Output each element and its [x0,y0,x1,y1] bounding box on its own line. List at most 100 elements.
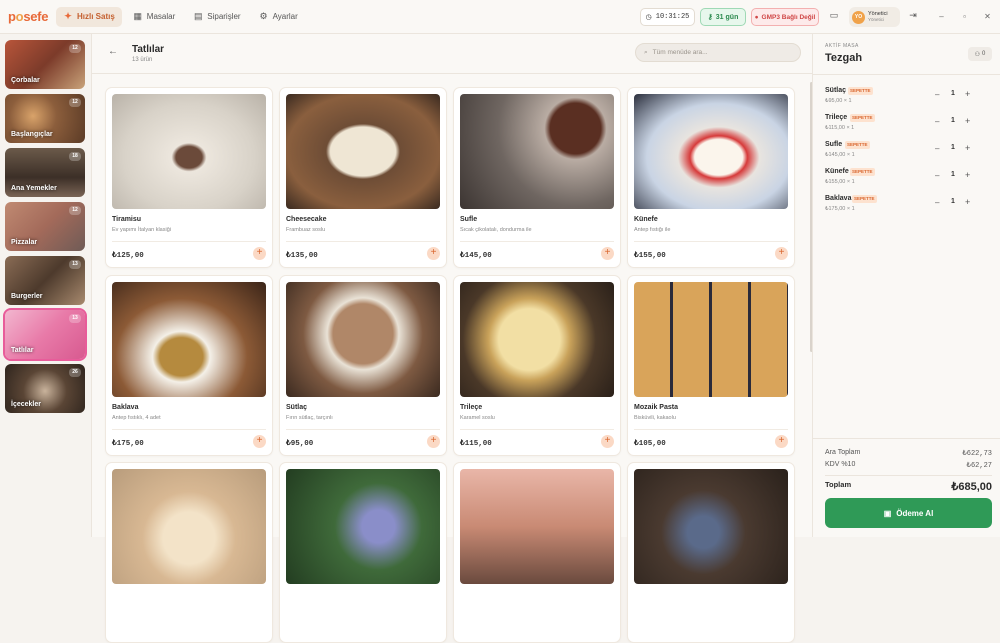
product-image [286,282,440,397]
tax-row: KDV %10 ₺62,27 [825,461,992,470]
add-to-cart-button[interactable]: + [253,435,266,448]
increase-button[interactable]: + [965,89,970,99]
nav-tables[interactable]: ▦ Masalar [126,7,182,27]
decrease-button[interactable]: – [935,117,939,126]
window-controls: – ▫ ✕ [930,8,999,26]
in-cart-badge: SEPETTE [852,195,877,203]
product-image [286,469,440,584]
add-to-cart-button[interactable]: + [775,435,788,448]
add-to-cart-button[interactable]: + [775,247,788,260]
in-cart-badge: SEPETTE [850,168,875,176]
product-image [460,469,614,584]
decrease-button[interactable]: – [935,198,939,207]
count-badge: 13 [69,260,81,269]
cart-item: Trileçe SEPETTE ₺115,00 × 1 – 1 + [825,114,971,131]
product-image [460,94,614,209]
product-card-kunefe[interactable]: Künefe Antep fıstığı ile ₺155,00 + [627,87,795,268]
product-image [634,94,788,209]
category-desserts[interactable]: 13 Tatlılar [3,308,87,361]
product-image [460,282,614,397]
count-badge: 12 [69,44,81,53]
decrease-button[interactable]: – [935,144,939,153]
search-input[interactable]: ⌕ Tüm menüde ara... [635,43,801,62]
increase-button[interactable]: + [965,116,970,126]
add-to-cart-button[interactable]: + [427,435,440,448]
clock-icon: ◷ [645,13,652,22]
cart-item: Baklava SEPETTE ₺175,00 × 1 – 1 + [825,195,971,212]
nav-settings[interactable]: ⚙ Ayarlar [252,7,305,27]
dot-icon: ● [754,13,759,21]
minimize-icon[interactable]: – [930,8,953,26]
product-card-tiramisu[interactable]: Tiramisu Ev yapımı İtalyan klasiği ₺125,… [105,87,273,268]
product-image [112,282,266,397]
cart-item: Künefe SEPETTE ₺155,00 × 1 – 1 + [825,168,971,185]
gear-icon: ⚙ [259,11,268,21]
license-days-badge[interactable]: ⚷ 31 gün [700,8,746,26]
category-main-dishes[interactable]: 18 Ana Yemekler [5,148,85,197]
top-bar: posefe ✦ Hızlı Satış ▦ Masalar ▤ Siparişler… [0,0,1000,34]
product-card[interactable] [627,462,795,643]
product-card-trilece[interactable]: Trileçe Karamel soslu ₺115,00 + [453,275,621,456]
product-card-mozaik-pasta[interactable]: Mozaik Pasta Bisküvili, kakaolu ₺105,00 … [627,275,795,456]
product-card[interactable] [105,462,273,643]
product-image [634,469,788,584]
add-to-cart-button[interactable]: + [601,247,614,260]
increase-button[interactable]: + [965,197,970,207]
decrease-button[interactable]: – [935,171,939,180]
add-to-cart-button[interactable]: + [253,247,266,260]
product-header: ← Tatlılar 13 ürün ⌕ Tüm menüde ara... [92,34,812,74]
cart-panel: AKTİF MASA Tezgah ⚇ 0 Sütlaç SEPETTE ₺95,… [812,34,1000,537]
category-drinks[interactable]: 26 İçecekler [5,364,85,413]
count-badge: 12 [69,206,81,215]
category-starters[interactable]: 12 Başlangıçlar [5,94,85,143]
lightning-icon: ✦ [64,11,72,21]
add-to-cart-button[interactable]: + [427,247,440,260]
guest-count-button[interactable]: ⚇ 0 [968,47,992,61]
active-table-label: AKTİF MASA [825,43,859,49]
user-menu[interactable]: YO Yönetici Yönetici [849,7,900,27]
wallet-icon: ▣ [883,508,892,518]
decrease-button[interactable]: – [935,90,939,99]
product-image [286,94,440,209]
avatar: YO [852,10,865,24]
category-burgers[interactable]: 13 Burgerler [5,256,85,305]
app-logo: posefe [8,9,49,24]
increase-button[interactable]: + [965,170,970,180]
page-title: Tatlılar [132,44,165,55]
count-badge: 18 [69,152,81,161]
increase-button[interactable]: + [965,143,970,153]
in-cart-badge: SEPETTE [850,114,875,122]
product-card-sutlac[interactable]: Sütlaç Fırın sütlaç, tarçınlı ₺95,00 + [279,275,447,456]
count-badge: 12 [69,98,81,107]
grid-icon: ▦ [133,11,143,21]
category-pizzas[interactable]: 12 Pizzalar [5,202,85,251]
messages-icon[interactable]: ▭ [827,10,841,24]
search-icon: ⌕ [644,48,648,56]
in-cart-badge: SEPETTE [845,141,870,149]
table-name: Tezgah [825,52,863,64]
product-image [112,469,266,584]
add-to-cart-button[interactable]: + [601,435,614,448]
cart-item: Sufle SEPETTE ₺145,00 × 1 – 1 + [825,141,971,158]
product-area: ← Tatlılar 13 ürün ⌕ Tüm menüde ara... T… [92,34,813,643]
product-image [634,282,788,397]
product-card[interactable] [453,462,621,643]
product-card-baklava[interactable]: Baklava Antep fıstıklı, 4 adet ₺175,00 + [105,275,273,456]
close-icon[interactable]: ✕ [976,8,999,26]
product-card-cheesecake[interactable]: Cheesecake Frambuaz soslu ₺135,00 + [279,87,447,268]
nav-orders[interactable]: ▤ Siparişler [186,7,247,27]
logout-icon[interactable]: ⇥ [906,10,920,24]
clock: ◷ 10:31:25 [640,8,695,26]
receipt-icon: ▤ [193,11,203,21]
product-card[interactable] [279,462,447,643]
people-icon: ⚇ [974,51,981,58]
maximize-icon[interactable]: ▫ [953,8,976,26]
category-soups[interactable]: 12 Çorbalar [5,40,85,89]
gmp-status-badge[interactable]: ● GMP3 Bağlı Değil [751,8,819,26]
back-arrow-icon[interactable]: ← [108,46,118,57]
category-sidebar: 12 Çorbalar 12 Başlangıçlar 18 Ana Yemek… [0,34,92,537]
subtotal-row: Ara Toplam ₺622,73 [825,449,992,458]
product-card-sufle[interactable]: Sufle Sıcak çikolatalı, dondurma ile ₺14… [453,87,621,268]
nav-quick-sale[interactable]: ✦ Hızlı Satış [56,6,122,27]
pay-button[interactable]: ▣ Ödeme Al [825,498,992,528]
